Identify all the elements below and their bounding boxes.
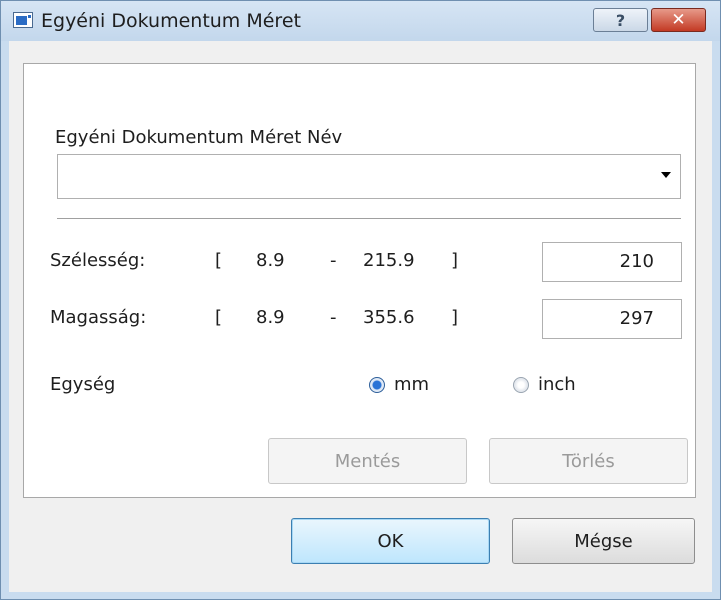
height-range-close-bracket: ] — [451, 307, 459, 328]
custom-size-name-label: Egyéni Dokumentum Méret Név — [55, 127, 343, 148]
height-range-open-bracket: [ — [215, 307, 223, 328]
unit-label: Egység — [50, 374, 116, 395]
height-label: Magasság: — [50, 307, 147, 328]
width-range-min: 8.9 — [256, 250, 285, 271]
width-range-open-bracket: [ — [215, 250, 223, 271]
height-range-dash: - — [330, 307, 337, 328]
help-button[interactable]: ? — [593, 8, 648, 32]
width-input[interactable]: 210 — [542, 242, 682, 282]
unit-mm-label[interactable]: mm — [394, 374, 429, 395]
dialog-body: Egyéni Dokumentum Méret Név Szélesség: [… — [9, 41, 712, 592]
unit-inch-radio[interactable] — [513, 377, 529, 393]
height-input[interactable]: 297 — [542, 299, 682, 339]
app-window-icon — [13, 12, 33, 28]
chevron-down-icon[interactable] — [661, 172, 671, 178]
divider — [57, 218, 681, 219]
close-icon: ✕ — [671, 10, 686, 30]
title-bar: Egyéni Dokumentum Méret ? ✕ — [1, 1, 720, 41]
width-range-close-bracket: ] — [451, 250, 459, 271]
custom-size-name-combobox[interactable] — [57, 154, 681, 199]
width-range-max: 215.9 — [363, 250, 415, 271]
height-range-min: 8.9 — [256, 307, 285, 328]
cancel-button[interactable]: Mégse — [512, 518, 695, 564]
close-button[interactable]: ✕ — [651, 8, 706, 32]
save-button[interactable]: Mentés — [268, 438, 467, 484]
ok-button[interactable]: OK — [291, 518, 490, 564]
delete-button[interactable]: Törlés — [489, 438, 688, 484]
unit-inch-label[interactable]: inch — [538, 374, 576, 395]
question-mark-icon: ? — [615, 10, 626, 30]
height-range-max: 355.6 — [363, 307, 415, 328]
dialog-window: Egyéni Dokumentum Méret ? ✕ Egyéni Dokum… — [0, 0, 721, 600]
width-range-dash: - — [330, 250, 337, 271]
window-title: Egyéni Dokumentum Méret — [41, 10, 301, 32]
size-settings-panel: Egyéni Dokumentum Méret Név Szélesség: [… — [23, 63, 696, 498]
width-label: Szélesség: — [50, 250, 146, 271]
unit-mm-radio[interactable] — [369, 377, 385, 393]
